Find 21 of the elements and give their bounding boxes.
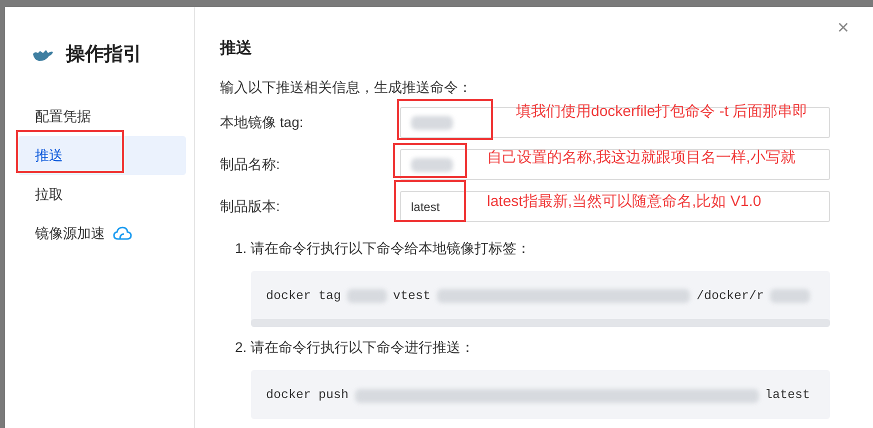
field-label: 制品版本: xyxy=(220,197,281,216)
sidebar-item[interactable]: 推送 xyxy=(18,136,186,174)
sidebar-item[interactable]: 配置凭据 xyxy=(18,96,186,136)
close-button[interactable]: × xyxy=(831,17,855,39)
panel-title: 推送 xyxy=(220,38,253,59)
field-label: 制品名称: xyxy=(220,155,281,174)
sidebar-title: 操作指引 xyxy=(66,43,142,67)
sidebar-item[interactable]: 拉取 xyxy=(18,174,186,214)
intro-text: 输入以下推送相关信息，生成推送命令： xyxy=(220,78,473,97)
code-text: docker push xyxy=(266,387,349,404)
annotation-text: latest指最新,当然可以随意命名,比如 V1.0 xyxy=(487,192,762,212)
step-text: 1. 请在命令行执行以下命令给本地镜像打标签： xyxy=(235,238,532,258)
code-text: docker tag xyxy=(266,288,342,304)
code-text: /docker/r xyxy=(696,288,764,304)
step-text: 2. 请在命令行执行以下命令进行推送： xyxy=(235,338,476,358)
annotation-text: 填我们使用dockerfile打包命令 -t 后面那串即 xyxy=(516,102,808,122)
field-label: 本地镜像 tag: xyxy=(220,113,304,132)
code-text: latest xyxy=(764,387,810,404)
code-text: vtest xyxy=(393,288,431,304)
annotation-text: 自己设置的名称,我这边就跟项目名一样,小写就 xyxy=(487,148,796,168)
sidebar-item[interactable]: 镜像源加速 xyxy=(18,214,186,252)
